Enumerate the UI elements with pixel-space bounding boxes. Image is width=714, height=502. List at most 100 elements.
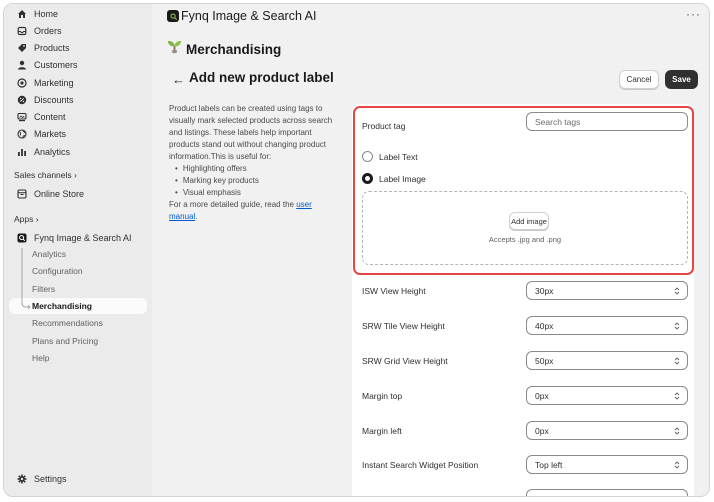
back-arrow-icon[interactable]: ← [172,72,185,87]
radio-label-image[interactable] [362,173,373,184]
sidebar-item-label: Orders [34,26,62,36]
product-tag-placeholder: Search tags [535,116,581,127]
list-item: Marking key products [175,175,341,187]
sidebar-item-label: Analytics [34,147,71,157]
cancel-button[interactable]: Cancel [619,70,659,89]
next-field-select-partial[interactable] [526,489,688,496]
save-button[interactable]: Save [665,70,698,89]
sidebar-sub-filters[interactable]: Filters [32,282,55,296]
select-chevron-icon [674,287,680,295]
apps-label[interactable]: Apps › [14,214,39,224]
app-title: Fynq Image & Search AI [181,9,317,23]
sidebar-item-label: Fynq Image & Search AI [34,233,132,243]
image-dropzone[interactable]: Add image Accepts .jpg and .png [362,191,688,265]
product-tag-input[interactable]: Search tags [526,112,688,131]
discount-icon [15,94,28,107]
sidebar-item-customers[interactable]: Customers [9,57,147,73]
list-item: Visual emphasis [175,187,341,199]
sidebar-item-label: Content [34,112,66,122]
select-value: 0px [535,425,549,436]
description-intro: Product labels can be created using tags… [169,104,333,161]
srw-grid-view-height-label: SRW Grid View Height [362,356,448,366]
app-logo-icon [15,232,28,245]
sidebar-item-marketing[interactable]: Marketing [9,75,147,91]
sidebar-item-analytics[interactable]: Analytics [9,144,147,160]
sidebar-item-products[interactable]: Products [9,40,147,56]
sidebar-sub-analytics[interactable]: Analytics [32,247,66,261]
select-value: 30px [535,285,554,296]
sidebar-sub-recommendations[interactable]: Recommendations [32,316,103,330]
sidebar-item-label: Settings [34,474,67,484]
isw-position-select[interactable]: Top left [526,455,688,474]
select-chevron-icon [674,392,680,400]
radio-label-text-label: Label Text [379,152,418,162]
srw-tile-view-height-select[interactable]: 40px [526,316,688,335]
sidebar-sub-plans[interactable]: Plans and Pricing [32,334,98,348]
app-window: Home Orders Products Customers Marketing… [3,3,710,497]
home-icon [15,8,28,21]
margin-top-label: Margin top [362,391,403,401]
section-header: Merchandising [167,39,281,59]
tag-icon [15,42,28,55]
add-image-button[interactable]: Add image [509,212,549,230]
person-icon [15,59,28,72]
sidebar-sub-configuration[interactable]: Configuration [32,264,83,278]
sidebar-item-discounts[interactable]: Discounts [9,92,147,108]
product-tag-label: Product tag [362,121,406,131]
sidebar-item-label: Products [34,43,70,53]
select-chevron-icon [674,427,680,435]
bar-chart-icon [15,146,28,159]
margin-left-label: Margin left [362,426,402,436]
globe-icon [15,128,28,141]
tree-connector [21,248,31,310]
gear-icon [15,473,28,486]
sidebar-item-app[interactable]: Fynq Image & Search AI [9,230,147,246]
page-title: Add new product label [189,70,334,85]
accepts-note: Accepts .jpg and .png [488,235,562,244]
sidebar-item-label: Home [34,9,59,19]
radio-label-text[interactable] [362,151,373,162]
radio-label-image-label: Label Image [379,174,426,184]
sidebar-item-label: Customers [34,60,78,70]
sidebar-item-orders[interactable]: Orders [9,23,147,39]
select-chevron-icon [674,461,680,469]
sidebar-item-label: Online Store [34,189,85,199]
select-chevron-icon [674,357,680,365]
sidebar-item-online-store[interactable]: Online Store [9,186,147,202]
main-area: Fynq Image & Search AI ··· Merchandising… [152,4,709,496]
select-value: 50px [535,355,554,366]
sidebar-item-label: Discounts [34,95,74,105]
srw-tile-view-height-label: SRW Tile View Height [362,321,445,331]
sidebar-sub-merchandising[interactable]: Merchandising [32,299,92,313]
isw-position-label: Instant Search Widget Position [362,460,479,470]
sidebar-item-home[interactable]: Home [9,6,147,22]
select-value: 40px [535,320,554,331]
isw-view-height-select[interactable]: 30px [526,281,688,300]
section-title: Merchandising [186,41,282,57]
app-logo-icon [167,10,179,22]
sidebar-item-label: Marketing [34,78,74,88]
margin-left-select[interactable]: 0px [526,421,688,440]
inbox-icon [15,25,28,38]
sidebar-item-settings[interactable]: Settings [9,471,147,487]
description-bullets: Highlighting offers Marking key products… [175,163,341,199]
srw-grid-view-height-select[interactable]: 50px [526,351,688,370]
list-item: Highlighting offers [175,163,341,175]
isw-view-height-label: ISW View Height [362,286,426,296]
more-actions-button[interactable]: ··· [686,7,701,21]
select-value: 0px [535,390,549,401]
description: Product labels can be created using tags… [169,103,341,223]
sidebar: Home Orders Products Customers Marketing… [4,4,152,496]
sidebar-item-content[interactable]: Content [9,109,147,125]
margin-top-select[interactable]: 0px [526,386,688,405]
plant-icon [167,39,182,59]
sidebar-item-markets[interactable]: Markets [9,126,147,142]
content-icon [15,111,28,124]
select-value: Top left [535,459,563,470]
sidebar-sub-help[interactable]: Help [32,351,49,365]
guide-text: For a more detailed guide, read the user… [169,200,312,221]
sidebar-item-label: Markets [34,129,67,139]
sales-channels-label[interactable]: Sales channels › [14,170,77,180]
store-icon [15,188,28,201]
target-icon [15,77,28,90]
